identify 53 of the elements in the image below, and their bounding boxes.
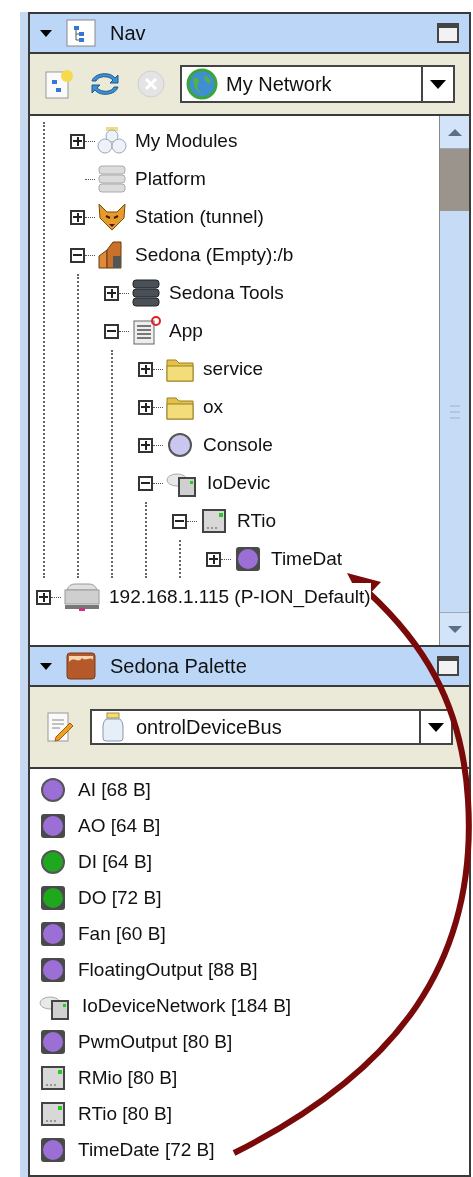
palette-item[interactable]: AI [68 B] bbox=[78, 775, 151, 805]
jar-icon bbox=[102, 712, 124, 742]
device-icon bbox=[38, 1063, 68, 1093]
app-icon bbox=[131, 316, 161, 346]
palette-item[interactable]: RMio [80 B] bbox=[78, 1063, 178, 1093]
kit-dropdown[interactable]: ontrolDeviceBus bbox=[90, 709, 453, 745]
panel-title: Sedona Palette bbox=[110, 654, 248, 679]
collapse-caret-icon[interactable] bbox=[40, 662, 52, 670]
edit-icon[interactable] bbox=[46, 711, 74, 743]
maximize-icon[interactable] bbox=[437, 23, 459, 43]
circle-icon bbox=[165, 430, 195, 460]
network-dropdown[interactable]: My Network bbox=[180, 65, 455, 103]
server-icon bbox=[97, 164, 127, 194]
expand-toggle-icon[interactable] bbox=[138, 361, 153, 377]
dropdown-value: ontrolDeviceBus bbox=[136, 715, 283, 740]
palette-icon bbox=[66, 652, 96, 680]
expand-toggle-icon[interactable] bbox=[70, 133, 85, 149]
panel-title: Nav bbox=[110, 21, 147, 46]
expand-toggle-icon[interactable] bbox=[138, 437, 153, 453]
device-icon bbox=[38, 1099, 68, 1129]
palette-item[interactable]: Fan [60 B] bbox=[78, 919, 166, 949]
collapse-toggle-icon[interactable] bbox=[172, 513, 187, 529]
collapse-toggle-icon[interactable] bbox=[104, 323, 119, 339]
expand-toggle-icon[interactable] bbox=[36, 589, 51, 605]
device-icon bbox=[199, 506, 229, 536]
maximize-icon[interactable] bbox=[437, 656, 459, 676]
palette-item[interactable]: RTio [80 B] bbox=[78, 1099, 172, 1129]
expand-toggle-icon[interactable] bbox=[104, 285, 119, 301]
new-tree-icon[interactable] bbox=[44, 68, 74, 100]
expand-toggle-icon[interactable] bbox=[206, 551, 221, 567]
dropdown-value: My Network bbox=[226, 72, 333, 97]
scroll-up-icon[interactable] bbox=[440, 116, 469, 149]
jars-icon bbox=[97, 126, 127, 156]
palette-item[interactable]: FloatingOutput [88 B] bbox=[78, 955, 258, 985]
palette-item[interactable]: TimeDate [72 B] bbox=[78, 1135, 215, 1165]
collapse-toggle-icon[interactable] bbox=[138, 475, 153, 491]
palette-item[interactable]: IoDeviceNetwork [184 B] bbox=[82, 991, 292, 1021]
palette-item[interactable]: PwmOutput [80 B] bbox=[78, 1027, 233, 1057]
scroll-down-icon[interactable] bbox=[440, 612, 469, 645]
collapse-caret-icon[interactable] bbox=[40, 29, 52, 37]
expand-toggle-icon[interactable] bbox=[70, 209, 85, 225]
palette-item[interactable]: AO [64 B] bbox=[78, 811, 161, 841]
fox-icon bbox=[97, 202, 127, 232]
scrollbar[interactable] bbox=[439, 116, 469, 645]
palette-item[interactable]: DI [64 B] bbox=[78, 847, 152, 877]
scroll-thumb[interactable] bbox=[440, 149, 469, 211]
palette-item[interactable]: DO [72 B] bbox=[78, 883, 162, 913]
server-icon bbox=[131, 278, 161, 308]
globe-icon bbox=[186, 68, 218, 100]
expand-toggle-icon[interactable] bbox=[138, 399, 153, 415]
nav-tree-icon bbox=[66, 19, 96, 47]
network-host-icon bbox=[63, 582, 101, 612]
collapse-toggle-icon[interactable] bbox=[70, 247, 85, 263]
